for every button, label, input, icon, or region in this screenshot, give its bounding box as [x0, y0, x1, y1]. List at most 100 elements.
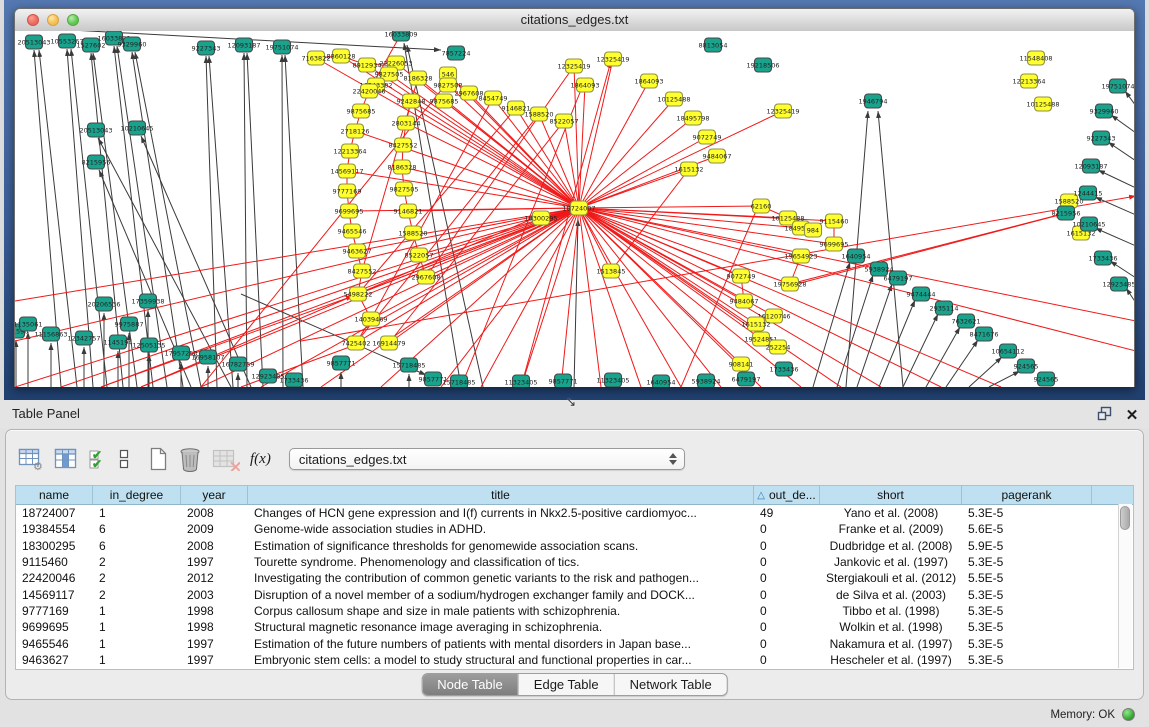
- graph-node[interactable]: 19218506: [746, 58, 779, 72]
- graph-edge-black[interactable]: [1110, 261, 1134, 278]
- cell-pagerank[interactable]: 5.5E-5: [962, 571, 1092, 585]
- cell-short[interactable]: Hescheler et al. (1997): [820, 653, 962, 667]
- graph-node[interactable]: 9484067: [703, 149, 732, 163]
- table-row[interactable]: 969969511998Structural magnetic resonanc…: [16, 619, 1133, 635]
- graph-edge-red[interactable]: [579, 208, 1134, 351]
- cell-name[interactable]: 9115460: [16, 555, 93, 569]
- graph-node[interactable]: 2935114: [930, 301, 959, 315]
- graph-edge-black[interactable]: [1095, 228, 1134, 246]
- graph-node[interactable]: 14569117: [330, 164, 363, 178]
- graph-edge-red[interactable]: [356, 114, 539, 343]
- graph-node[interactable]: 1733436: [770, 362, 799, 376]
- cell-pagerank[interactable]: 5.6E-5: [962, 522, 1092, 536]
- graph-node[interactable]: 8813054: [699, 38, 728, 52]
- graph-edge-red[interactable]: [579, 208, 641, 387]
- graph-node[interactable]: 8427552: [348, 264, 377, 278]
- cell-name[interactable]: 9777169: [16, 604, 93, 618]
- table-row[interactable]: 2242004622012Investigating the contribut…: [16, 570, 1133, 586]
- graph-node[interactable]: 11548408: [1019, 51, 1052, 65]
- column-header-title[interactable]: title: [248, 486, 754, 504]
- graph-node[interactable]: 12923485: [1102, 277, 1134, 291]
- cell-in_degree[interactable]: 1: [93, 620, 181, 634]
- tab-edge-table[interactable]: Edge Table: [519, 674, 615, 695]
- graph-node[interactable]: 5938924: [692, 374, 721, 387]
- graph-node[interactable]: 8186328: [404, 71, 433, 85]
- graph-node[interactable]: 8186328: [388, 160, 417, 174]
- cell-short[interactable]: Jankovic et al. (1997): [820, 555, 962, 569]
- cell-out_degree[interactable]: 0: [754, 620, 820, 634]
- graph-edge-black[interactable]: [244, 53, 247, 387]
- graph-node[interactable]: 9875685: [347, 104, 376, 118]
- graph-edge-black[interactable]: [132, 52, 183, 387]
- graph-node[interactable]: 8522057: [550, 114, 579, 128]
- cell-year[interactable]: 1997: [181, 637, 248, 651]
- graph-edge-black[interactable]: [285, 55, 303, 387]
- cell-pagerank[interactable]: 5.3E-5: [962, 555, 1092, 569]
- graph-edge-red[interactable]: [579, 208, 681, 387]
- graph-node[interactable]: 16782759: [221, 357, 254, 371]
- cell-title[interactable]: Structural magnetic resonance image aver…: [248, 620, 754, 634]
- graph-edge-black[interactable]: [1108, 142, 1134, 161]
- cell-in_degree[interactable]: 1: [93, 653, 181, 667]
- graph-edge-red[interactable]: [461, 85, 583, 387]
- graph-node[interactable]: 9465546: [338, 224, 367, 238]
- scrollbar-thumb[interactable]: [1120, 506, 1130, 530]
- cell-title[interactable]: Changes of HCN gene expression and I(f) …: [248, 506, 754, 520]
- cell-out_degree[interactable]: 0: [754, 588, 820, 602]
- cell-title[interactable]: Corpus callosum shape and size in male p…: [248, 604, 754, 618]
- network-canvas[interactable]: 1872400718300295716382288601288912934222…: [15, 31, 1134, 387]
- graph-edge-red[interactable]: [15, 208, 579, 301]
- cell-name[interactable]: 9463627: [16, 653, 93, 667]
- cell-pagerank[interactable]: 5.3E-5: [962, 506, 1092, 520]
- graph-node[interactable]: 9115460: [820, 214, 849, 228]
- table-row[interactable]: 946554611997Estimation of the future num…: [16, 635, 1133, 651]
- graph-edge-black[interactable]: [135, 52, 201, 387]
- cell-name[interactable]: 14569117: [16, 588, 93, 602]
- cell-short[interactable]: de Silva et al. (2003): [820, 588, 962, 602]
- graph-edge-red[interactable]: [579, 206, 761, 208]
- cell-out_degree[interactable]: 0: [754, 522, 820, 536]
- create-table-button[interactable]: [148, 446, 168, 472]
- graph-edge-red[interactable]: [15, 208, 579, 341]
- graph-edge-red[interactable]: [371, 98, 493, 319]
- graph-node[interactable]: 9699695: [820, 237, 849, 251]
- cell-short[interactable]: Tibbo et al. (1998): [820, 604, 962, 618]
- graph-edge-black[interactable]: [878, 111, 903, 387]
- cell-year[interactable]: 1997: [181, 555, 248, 569]
- graph-node[interactable]: 15718485: [392, 358, 425, 372]
- graph-node[interactable]: 16033809: [384, 31, 417, 41]
- column-header-year[interactable]: year: [181, 486, 248, 504]
- cell-in_degree[interactable]: 1: [93, 637, 181, 651]
- graph-node[interactable]: 12325419: [766, 104, 799, 118]
- column-header-short[interactable]: short: [820, 486, 962, 504]
- graph-edge-red[interactable]: [356, 208, 579, 343]
- cell-in_degree[interactable]: 1: [93, 506, 181, 520]
- row-height-button[interactable]: [118, 446, 130, 472]
- graph-edge-black[interactable]: [247, 53, 263, 387]
- graph-node[interactable]: 18495798: [676, 111, 709, 125]
- graph-node[interactable]: 19756928: [773, 277, 806, 291]
- graph-node[interactable]: 20513043: [17, 35, 50, 49]
- graph-node[interactable]: 9857771: [549, 374, 578, 387]
- cell-in_degree[interactable]: 1: [93, 604, 181, 618]
- function-builder-button[interactable]: f(x): [250, 446, 271, 472]
- column-header-pagerank[interactable]: pagerank: [962, 486, 1092, 504]
- graph-node[interactable]: 924565: [1014, 359, 1039, 373]
- graph-edge-red[interactable]: [579, 111, 783, 208]
- cell-title[interactable]: Genome-wide association studies in ADHD.: [248, 522, 754, 536]
- delete-table-button[interactable]: ❌: [212, 446, 240, 472]
- cell-year[interactable]: 1998: [181, 620, 248, 634]
- table-row[interactable]: 946362711997Embryonic stem cells: a mode…: [16, 652, 1133, 668]
- cell-name[interactable]: 19384554: [16, 522, 93, 536]
- graph-node[interactable]: 9827505: [390, 182, 419, 196]
- cell-in_degree[interactable]: 2: [93, 555, 181, 569]
- cell-in_degree[interactable]: 2: [93, 588, 181, 602]
- column-header-in_degree[interactable]: in_degree: [93, 486, 181, 504]
- graph-node[interactable]: 12213364: [333, 144, 366, 158]
- graph-node[interactable]: 10125488: [1026, 97, 1059, 111]
- cell-out_degree[interactable]: 0: [754, 555, 820, 569]
- cell-year[interactable]: 1998: [181, 604, 248, 618]
- graph-node[interactable]: 10654112: [991, 344, 1024, 358]
- column-header-name[interactable]: name: [16, 486, 93, 504]
- cell-title[interactable]: Estimation of the future numbers of pati…: [248, 637, 754, 651]
